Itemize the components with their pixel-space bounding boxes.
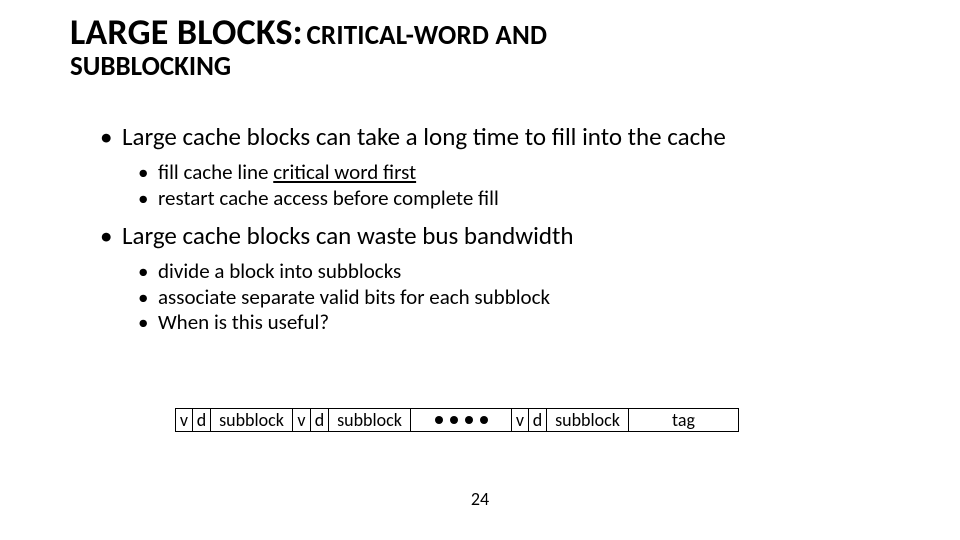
- ellipsis-gap: [411, 408, 511, 432]
- bullet-1-sub-1: fill cache line critical word first: [138, 160, 870, 186]
- cell-subblock-1: subblock: [211, 408, 293, 432]
- dot-icon: [480, 416, 488, 424]
- cell-d-2: d: [311, 408, 329, 432]
- cell-tag: tag: [629, 408, 739, 432]
- sub1-underline: critical word first: [273, 159, 416, 185]
- sub1-pre: fill cache line: [158, 159, 273, 185]
- cell-d-3: d: [529, 408, 547, 432]
- slide: LARGE BLOCKS: CRITICAL-WORD AND SUBBLOCK…: [0, 0, 960, 540]
- cell-v-1: v: [175, 408, 193, 432]
- bullet-1-sublist: fill cache line critical word first rest…: [138, 160, 870, 211]
- title-line-1: LARGE BLOCKS: CRITICAL-WORD AND: [70, 10, 890, 54]
- dot-icon: [450, 416, 458, 424]
- dot-icon: [465, 416, 473, 424]
- bullet-2: Large cache blocks can waste bus bandwid…: [100, 221, 870, 251]
- bullet-2-sub-2: associate separate valid bits for each s…: [138, 285, 870, 311]
- bullet-2-sub-1: divide a block into subblocks: [138, 259, 870, 285]
- cell-v-2: v: [293, 408, 311, 432]
- slide-title: LARGE BLOCKS: CRITICAL-WORD AND SUBBLOCK…: [70, 10, 890, 83]
- bullet-2-sublist: divide a block into subblocks associate …: [138, 259, 870, 336]
- bullet-2-sub-3: When is this useful?: [138, 310, 870, 336]
- subblock-diagram: v d subblock v d subblock v d subblock t…: [175, 408, 739, 432]
- bullet-1: Large cache blocks can take a long time …: [100, 122, 870, 152]
- dot-icon: [435, 416, 443, 424]
- title-small-text: CRITICAL-WORD AND: [306, 19, 547, 52]
- cell-subblock-3: subblock: [547, 408, 629, 432]
- slide-body: Large cache blocks can take a long time …: [100, 122, 870, 346]
- bullet-1-sub-2: restart cache access before complete fil…: [138, 186, 870, 212]
- cell-subblock-2: subblock: [329, 408, 411, 432]
- title-large-text: LARGE BLOCKS:: [70, 10, 303, 54]
- title-line-2: SUBBLOCKING: [70, 50, 890, 83]
- cell-d-1: d: [193, 408, 211, 432]
- cell-v-3: v: [511, 408, 529, 432]
- page-number: 24: [0, 488, 960, 510]
